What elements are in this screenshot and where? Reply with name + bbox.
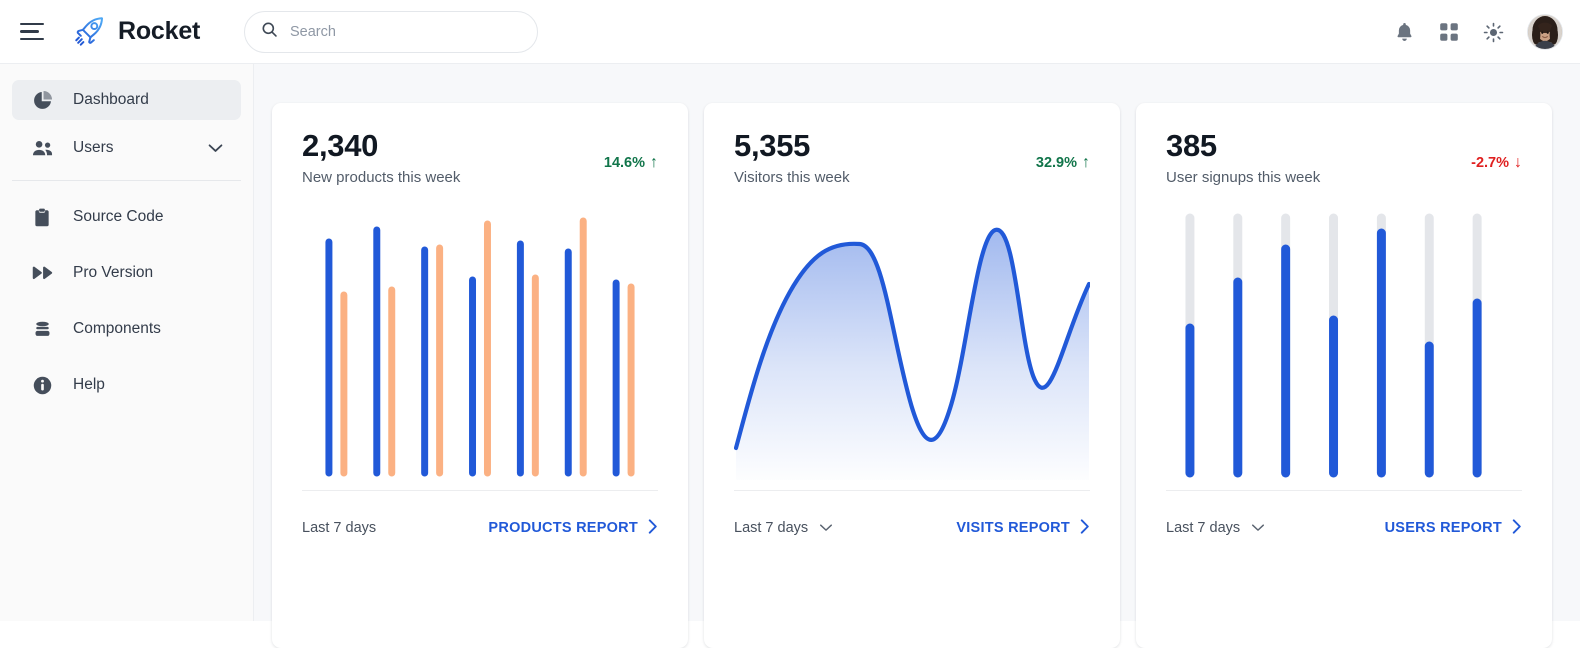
date-range-label: Last 7 days xyxy=(302,520,377,537)
sidebar-item-label: Dashboard xyxy=(73,91,149,108)
sidebar-item-label: Source Code xyxy=(73,208,164,225)
brand-name: Rocket xyxy=(118,17,201,45)
grid-apps-icon[interactable] xyxy=(1439,22,1459,42)
visits-report-link[interactable]: VISITS REPORT xyxy=(956,519,1090,538)
sidebar-item-users[interactable]: Users xyxy=(12,128,241,168)
stat-value: 385 xyxy=(1166,128,1217,163)
chevron-down-icon xyxy=(819,520,833,536)
bell-icon[interactable] xyxy=(1394,21,1415,43)
topbar-actions xyxy=(1394,0,1562,64)
date-range-select[interactable]: Last 7 days xyxy=(1166,520,1265,536)
arrow-down-icon: ↓ xyxy=(1514,154,1522,171)
hamburger-menu-icon[interactable] xyxy=(20,22,44,41)
card-stat-block: 385 User signups this week xyxy=(1166,128,1321,186)
users-card: 385 User signups this week -2.7% ↓ Last … xyxy=(1136,103,1552,648)
date-range-select[interactable]: Last 7 days xyxy=(734,520,833,536)
sidebar-item-label: Help xyxy=(73,376,105,393)
card-divider xyxy=(1166,489,1522,491)
sidebar-item-pro-version[interactable]: Pro Version xyxy=(12,253,241,293)
users-icon xyxy=(31,140,53,157)
products-bar-chart xyxy=(302,208,658,480)
clipboard-icon xyxy=(31,208,53,227)
trend-value: 32.9% xyxy=(1035,155,1077,171)
chevron-down-icon xyxy=(1251,520,1265,536)
chevron-down-icon[interactable] xyxy=(208,143,223,153)
sidebar-item-label: Pro Version xyxy=(73,264,154,281)
trend-value: -2.7% xyxy=(1471,155,1509,171)
stat-label: New products this week xyxy=(302,168,461,186)
card-header: 385 User signups this week -2.7% ↓ xyxy=(1166,128,1522,186)
card-footer: Last 7 days PRODUCTS REPORT xyxy=(302,519,658,538)
sidebar-item-source-code[interactable]: Source Code xyxy=(12,197,241,237)
sidebar-item-help[interactable]: Help xyxy=(12,365,241,405)
card-header: 2,340 New products this week 14.6% ↑ xyxy=(302,128,658,186)
bar-series-previous-week xyxy=(340,217,635,477)
card-stat-block: 2,340 New products this week xyxy=(302,128,461,186)
card-footer: Last 7 days VISITS REPORT xyxy=(734,519,1090,538)
chevron-down-icon xyxy=(387,520,401,536)
card-header: 5,355 Visitors this week 32.9% ↑ xyxy=(734,128,1090,186)
area-fill xyxy=(735,229,1090,480)
info-icon xyxy=(31,376,53,395)
card-divider xyxy=(734,489,1090,491)
sidebar-item-dashboard[interactable]: Dashboard xyxy=(12,80,241,120)
top-bar: Rocket xyxy=(0,0,1580,64)
rocket-icon xyxy=(70,13,108,51)
area-chart-svg xyxy=(734,227,1090,480)
stat-value: 2,340 xyxy=(302,128,379,163)
card-stat-block: 5,355 Visitors this week xyxy=(734,128,850,186)
card-divider xyxy=(302,489,658,491)
products-card: 2,340 New products this week 14.6% ↑ Las… xyxy=(272,103,688,648)
chevron-right-icon xyxy=(1080,519,1090,538)
sidebar-item-components[interactable]: Components xyxy=(12,309,241,349)
arrow-up-icon: ↑ xyxy=(1082,154,1090,171)
date-range-select[interactable]: Last 7 days xyxy=(302,520,401,536)
avatar[interactable] xyxy=(1528,15,1562,49)
sidebar-secondary-group: Source Code Pro Version Components Help xyxy=(0,197,253,405)
main-content: 2,340 New products this week 14.6% ↑ Las… xyxy=(254,64,1580,648)
search-input[interactable] xyxy=(290,24,505,40)
stat-label: Visitors this week xyxy=(734,168,850,186)
date-range-label: Last 7 days xyxy=(1166,520,1241,537)
users-progress-bar-chart xyxy=(1166,208,1522,480)
date-range-label: Last 7 days xyxy=(734,520,809,537)
fast-forward-icon xyxy=(31,266,53,280)
products-report-link[interactable]: PRODUCTS REPORT xyxy=(488,519,658,538)
search-bar[interactable] xyxy=(244,11,538,53)
stat-cards-row: 2,340 New products this week 14.6% ↑ Las… xyxy=(272,103,1552,648)
brand-logo-link[interactable]: Rocket xyxy=(70,13,200,51)
report-link-label: VISITS REPORT xyxy=(956,520,1070,537)
trend-value: 14.6% xyxy=(603,155,645,171)
search-icon xyxy=(261,21,278,43)
stat-value: 5,355 xyxy=(734,128,811,163)
visits-area-chart xyxy=(734,208,1090,480)
pie-chart-icon xyxy=(31,90,53,110)
users-report-link[interactable]: USERS REPORT xyxy=(1385,519,1522,538)
arrow-up-icon: ↑ xyxy=(650,154,658,171)
bar-series-this-week xyxy=(325,226,620,477)
status-badge: 32.9% ↑ xyxy=(1035,154,1090,172)
card-footer: Last 7 days USERS REPORT xyxy=(1166,519,1522,538)
sidebar-item-label: Users xyxy=(73,139,114,156)
sidebar-divider xyxy=(12,180,241,181)
chevron-right-icon xyxy=(648,519,658,538)
status-badge: -2.7% ↓ xyxy=(1471,154,1522,172)
sidebar-item-label: Components xyxy=(73,320,161,337)
layers-icon xyxy=(31,321,53,338)
sidebar: Dashboard Users Source Code Pro Version … xyxy=(0,64,254,621)
status-badge: 14.6% ↑ xyxy=(603,154,658,172)
report-link-label: USERS REPORT xyxy=(1384,520,1502,537)
visits-card: 5,355 Visitors this week 32.9% ↑ Last 7 … xyxy=(704,103,1120,648)
progress-bar-chart-svg xyxy=(1185,213,1482,478)
report-link-label: PRODUCTS REPORT xyxy=(488,520,638,537)
chevron-right-icon xyxy=(1512,519,1522,538)
sun-icon[interactable] xyxy=(1483,22,1504,43)
stat-label: User signups this week xyxy=(1166,168,1321,186)
bar-chart-svg xyxy=(325,217,635,477)
